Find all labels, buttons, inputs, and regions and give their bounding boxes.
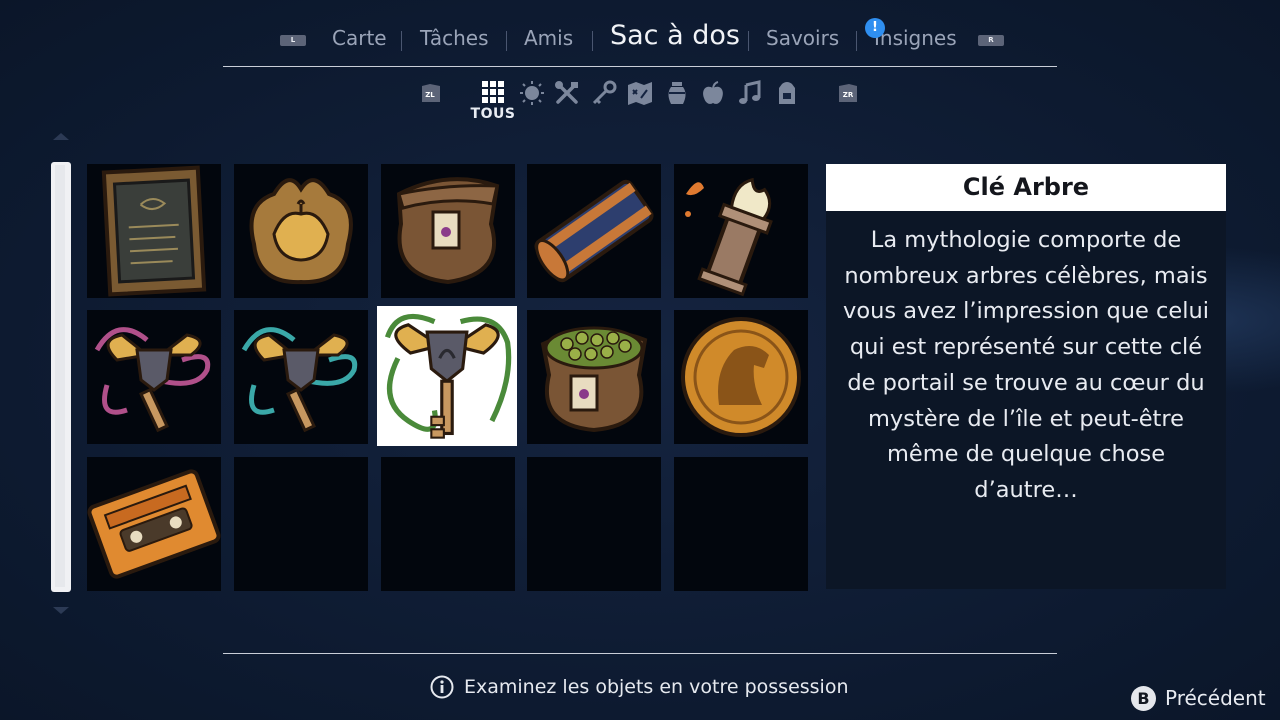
- jar-icon[interactable]: [664, 80, 690, 106]
- category-label: TOUS: [470, 106, 516, 122]
- torch-pillar-icon: [685, 177, 773, 297]
- framed-tapestry-icon: [101, 165, 207, 297]
- tab-sac-a-dos[interactable]: Sac à dos: [610, 20, 740, 51]
- scroll-down-arrow-icon[interactable]: [53, 607, 69, 614]
- item-detail-panel: La mythologie comporte de nombreux arbre…: [826, 211, 1226, 589]
- music-note-icon[interactable]: [737, 80, 763, 106]
- key-icon[interactable]: [591, 80, 617, 106]
- inventory-slot-orange-cassette[interactable]: [87, 457, 221, 591]
- inventory-slot-torch-pillar[interactable]: [674, 164, 808, 298]
- tab-savoirs[interactable]: Savoirs: [766, 26, 839, 50]
- golden-flower-icon: [249, 178, 353, 285]
- inventory-slot-empty[interactable]: [234, 457, 368, 591]
- tab-separator: [592, 31, 593, 51]
- teal-winged-key-icon: [241, 327, 358, 433]
- tab-separator: [748, 31, 749, 51]
- top-tab-bar: L Carte Tâches Amis Sac à dos Savoirs In…: [0, 18, 1280, 62]
- item-description: La mythologie comporte de nombreux arbre…: [843, 227, 1209, 503]
- inventory-slot-rolled-rug[interactable]: [527, 164, 661, 298]
- inventory-slot-pea-sack[interactable]: [527, 310, 661, 444]
- inventory-slot-seed-sack[interactable]: [381, 164, 515, 298]
- b-button-icon: B: [1131, 686, 1156, 711]
- l-shoulder-button[interactable]: L: [280, 35, 306, 46]
- green-winged-key-icon: [384, 313, 512, 439]
- scroll-up-arrow-icon[interactable]: [53, 133, 69, 140]
- tab-taches[interactable]: Tâches: [420, 26, 489, 50]
- golden-horse-coin-icon: [681, 317, 801, 437]
- item-title: Clé Arbre: [826, 164, 1226, 211]
- seed-sack-icon: [396, 177, 500, 285]
- inventory-slot-empty[interactable]: [381, 457, 515, 591]
- inventory-slot-golden-flower[interactable]: [234, 164, 368, 298]
- inventory-slot-empty[interactable]: [527, 457, 661, 591]
- inventory-slot-empty[interactable]: [674, 457, 808, 591]
- help-text: Examinez les objets en votre possession: [464, 676, 849, 698]
- apple-icon[interactable]: [700, 80, 726, 106]
- inventory-slot-golden-horse-coin[interactable]: [674, 310, 808, 444]
- sun-icon[interactable]: [519, 80, 545, 106]
- tab-amis[interactable]: Amis: [524, 26, 573, 50]
- inventory-slot-framed-tapestry[interactable]: [87, 164, 221, 298]
- inventory-slot-teal-winged-key[interactable]: [234, 310, 368, 444]
- r-shoulder-button[interactable]: R: [978, 35, 1004, 46]
- tab-insignes[interactable]: Insignes: [874, 26, 957, 50]
- bottom-divider: [223, 653, 1057, 654]
- inventory-slot-green-winged-key[interactable]: [377, 306, 517, 446]
- pink-winged-key-icon: [94, 327, 211, 433]
- svg-text:ZL: ZL: [425, 91, 435, 99]
- info-icon: [430, 675, 454, 699]
- zr-button-icon[interactable]: ZR: [837, 82, 859, 104]
- inventory-slot-pink-winged-key[interactable]: [87, 310, 221, 444]
- scrollbar[interactable]: [51, 162, 71, 592]
- scrollbar-thumb[interactable]: [55, 165, 65, 587]
- backpack-icon[interactable]: [774, 80, 800, 106]
- tab-carte[interactable]: Carte: [332, 26, 387, 50]
- orange-cassette-icon: [87, 469, 221, 579]
- tab-separator: [856, 31, 857, 51]
- back-label: Précédent: [1165, 686, 1266, 710]
- pea-sack-icon: [540, 326, 648, 433]
- rolled-rug-icon: [534, 179, 654, 283]
- top-divider: [223, 66, 1057, 67]
- tab-separator: [401, 31, 402, 51]
- tools-icon[interactable]: [554, 80, 580, 106]
- map-icon[interactable]: [627, 80, 653, 106]
- zl-button-icon[interactable]: ZL: [420, 82, 442, 104]
- tab-separator: [506, 31, 507, 51]
- notification-badge: !: [865, 18, 885, 38]
- grid-icon[interactable]: [480, 79, 506, 105]
- svg-text:ZR: ZR: [843, 91, 854, 99]
